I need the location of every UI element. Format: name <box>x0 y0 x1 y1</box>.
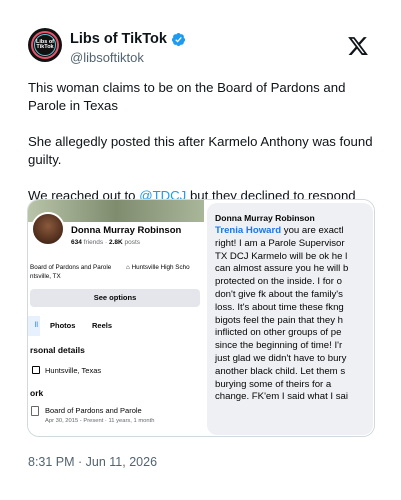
comment-line: right! I am a Parole Supervisor <box>215 237 345 249</box>
comment-line-text: you are exactl <box>281 225 344 236</box>
author-handle[interactable]: @libsoftiktok <box>70 50 144 65</box>
comment-line: inflicted on other groups of pe <box>215 327 342 339</box>
avatar-logo-text: Libs of TikTok <box>35 39 55 50</box>
comment-text: Trenia Howard you are exactl right! I am… <box>215 225 373 404</box>
profile-info-school: ⌂ Huntsville High Scho <box>126 264 190 271</box>
see-options-button: See options <box>30 289 200 307</box>
tab-photos: Photos <box>50 321 76 330</box>
tweet-paragraph: She allegedly posted this after Karmelo … <box>28 134 373 167</box>
work-heading: ork <box>30 388 44 398</box>
comment-line: don't give fk about the family's <box>215 288 343 300</box>
comment-line: change. FK'em I said what I sai <box>215 391 349 403</box>
tweet-card: Libs of TikTok Libs of TikTok @libsoftikt… <box>0 0 401 500</box>
friends-posts-count: 634 friends · 2.8K posts <box>71 239 140 246</box>
comment-line: just glad we didn't have to bury <box>215 352 347 364</box>
comment-line: loss. It's about time these fkng <box>215 301 344 313</box>
comment-line: can almost assure you he will b <box>215 263 349 275</box>
friends-label: friends · <box>81 239 109 246</box>
tab-reels: Reels <box>92 321 113 330</box>
profile-name: Donna Murray Robinson <box>71 225 182 236</box>
facebook-comment-screenshot: Donna Murray Robinson Trenia Howard you … <box>204 200 374 436</box>
comment-line: protected on the inside. I for o <box>215 276 342 288</box>
friends-count: 634 <box>71 239 82 246</box>
posts-count: 2.8K <box>108 239 123 246</box>
comment-line: TX DCJ Karmelo will be ok he l <box>215 250 348 262</box>
comment-line: Trenia Howard you are exactl <box>215 225 373 238</box>
author-name-row[interactable]: Libs of TikTok <box>70 31 186 47</box>
tweet-paragraph: This woman claims to be on the Board of … <box>28 80 346 113</box>
work-icon <box>31 406 39 416</box>
work-place: Board of Pardons and Parole <box>45 406 142 415</box>
comment-tagged-user: Trenia Howard <box>215 225 282 236</box>
verified-badge-icon <box>171 32 186 46</box>
profile-photo <box>31 212 65 246</box>
comment-line: burying some of theirs for a <box>215 378 332 390</box>
work-dates: Apr 30, 2015 - Present · 11 years, 1 mon… <box>45 418 155 424</box>
location-text: Huntsville, Texas <box>45 366 102 375</box>
comment-line: bigots feel the pain that they h <box>215 314 344 326</box>
location-icon <box>32 366 40 374</box>
display-name[interactable]: Libs of TikTok <box>70 31 167 47</box>
school-label: Huntsville High Scho <box>131 264 190 271</box>
personal-details-heading: rsonal details <box>30 345 85 355</box>
comment-bubble: Donna Murray Robinson Trenia Howard you … <box>207 203 373 435</box>
profile-info-city: ntsville, TX <box>30 273 61 280</box>
tab-all: ll <box>28 316 40 336</box>
comment-author: Donna Murray Robinson <box>215 213 315 223</box>
comment-line: another black child. Let them s <box>215 365 346 377</box>
profile-info-work: Board of Pardons and Parole <box>30 264 112 271</box>
posts-label: posts <box>122 239 141 246</box>
x-logo-icon[interactable] <box>346 35 370 57</box>
comment-line: since the beginning of time! I'r <box>215 340 343 352</box>
profile-avatar[interactable]: Libs of TikTok <box>28 28 62 62</box>
facebook-profile-screenshot: Donna Murray Robinson 634 friends · 2.8K… <box>28 200 204 436</box>
tweet-media-image[interactable]: Donna Murray Robinson 634 friends · 2.8K… <box>27 199 375 437</box>
tweet-timestamp[interactable]: 8:31 PM · Jun 11, 2026 <box>28 455 157 469</box>
profile-tabs: ll Photos Reels <box>28 316 204 336</box>
